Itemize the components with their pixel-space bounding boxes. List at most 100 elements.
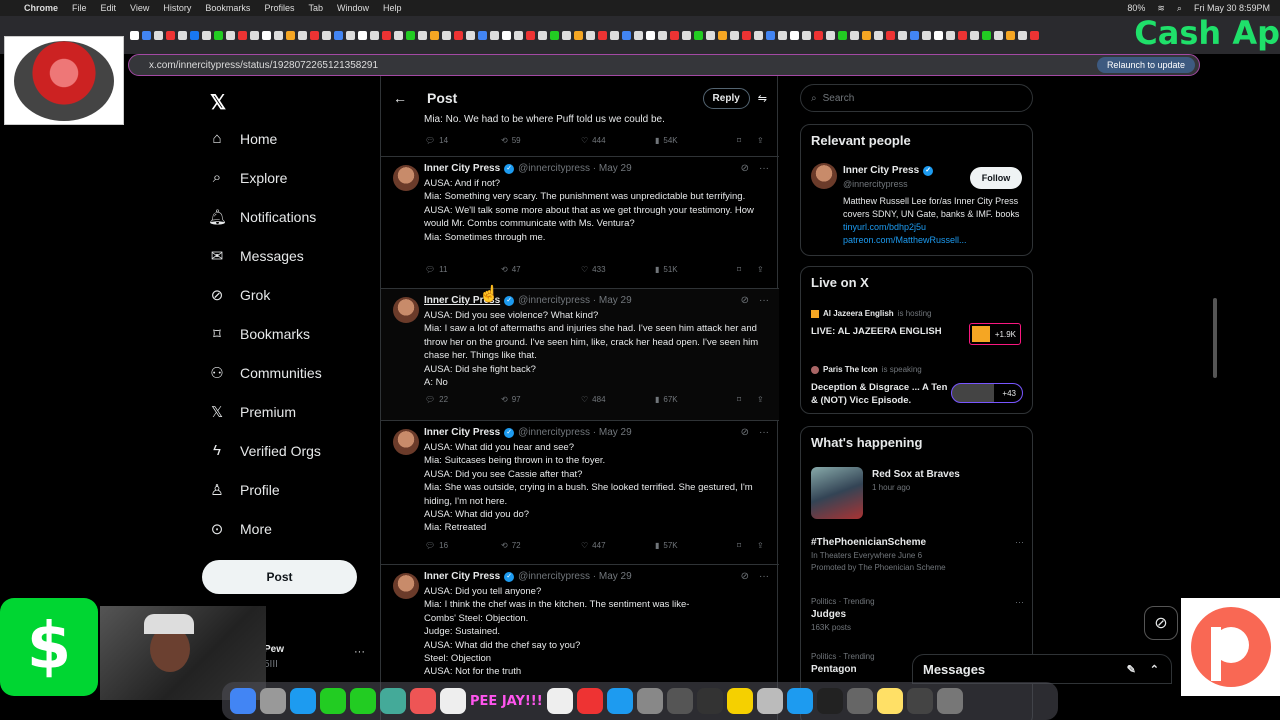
dock-app-icon[interactable] (260, 688, 286, 714)
dock-app-icon[interactable] (440, 688, 466, 714)
tab-favicon[interactable] (898, 30, 907, 40)
tab-favicon[interactable] (142, 30, 151, 40)
avatar[interactable] (393, 573, 419, 599)
dock-app-icon[interactable] (410, 688, 436, 714)
tab-favicon[interactable] (250, 30, 259, 40)
tab-favicon[interactable] (406, 30, 415, 40)
dock-app-icon[interactable] (350, 688, 376, 714)
tab-favicon[interactable] (814, 30, 823, 40)
tab-favicon[interactable] (706, 30, 715, 40)
more-icon[interactable]: ··· (759, 571, 769, 582)
avatar[interactable] (811, 163, 837, 189)
grok-icon[interactable]: ⊘ (741, 571, 749, 582)
author-handle[interactable]: @innercitypress · May 29 (518, 427, 632, 438)
author-name[interactable]: Inner City Press (424, 571, 500, 582)
tab-favicon[interactable] (418, 30, 427, 40)
dock-app-icon[interactable] (606, 688, 633, 714)
relaunch-button[interactable]: Relaunch to update (1096, 57, 1195, 73)
nav-communities[interactable]: ⚇ Communities (208, 364, 321, 382)
nav-bookmarks[interactable]: ⌑ Bookmarks (208, 325, 310, 343)
tab-favicon[interactable] (922, 30, 931, 40)
trash-icon[interactable] (936, 688, 963, 714)
tab-favicon[interactable] (214, 30, 223, 40)
tab-favicon[interactable] (430, 30, 439, 40)
dock-app-icon[interactable] (786, 688, 813, 714)
post-button[interactable]: Post (202, 560, 357, 594)
dock-app-icon[interactable] (320, 688, 346, 714)
avatar[interactable] (393, 429, 419, 455)
search-input[interactable]: ⌕ Search (800, 84, 1033, 112)
nav-home[interactable]: ⌂ Home (208, 130, 277, 147)
tab-favicon[interactable] (454, 30, 463, 40)
tab-favicon[interactable] (466, 30, 475, 40)
tab-favicon[interactable] (538, 30, 547, 40)
tab-favicon[interactable] (130, 30, 139, 40)
bio-link[interactable]: tinyurl.com/bdhp2j5u (843, 222, 926, 232)
share-icon[interactable]: ⇪ (757, 395, 767, 404)
tab-favicon[interactable] (862, 30, 871, 40)
tab-favicon[interactable] (730, 30, 739, 40)
dock-app-icon[interactable] (576, 688, 603, 714)
tab-favicon[interactable] (718, 30, 727, 40)
tab-favicon[interactable] (394, 30, 403, 40)
tab-favicon[interactable] (574, 30, 583, 40)
tab-favicon[interactable] (178, 30, 187, 40)
tab-favicon[interactable] (442, 30, 451, 40)
tab-favicon[interactable] (1030, 30, 1039, 40)
tab-favicon[interactable] (286, 30, 295, 40)
repost-action[interactable]: ⟲ 97 (501, 395, 581, 404)
grok-icon[interactable]: ⊘ (741, 295, 749, 306)
tab-favicon[interactable] (646, 30, 655, 40)
tab-favicon[interactable] (826, 30, 835, 40)
author-name[interactable]: Inner City Press (424, 427, 500, 438)
new-message-icon[interactable]: ✎ (1127, 663, 1136, 676)
tab-favicon[interactable] (958, 30, 967, 40)
dock-app-icon[interactable] (846, 688, 873, 714)
more-icon[interactable]: ··· (759, 295, 769, 306)
menu-tab[interactable]: Tab (308, 3, 323, 13)
tab-favicon[interactable] (634, 30, 643, 40)
dock-app-icon[interactable] (906, 688, 933, 714)
trend-image[interactable] (811, 467, 863, 519)
author-name[interactable]: Inner City Press (424, 163, 500, 174)
tab-favicon[interactable] (754, 30, 763, 40)
reply-action[interactable]: 💬︎ 11 (425, 265, 501, 274)
menu-view[interactable]: View (130, 3, 149, 13)
menu-bookmarks[interactable]: Bookmarks (205, 3, 250, 13)
tab-favicon[interactable] (910, 30, 919, 40)
author-handle[interactable]: @innercitypress · May 29 (518, 163, 632, 174)
tab-favicon[interactable] (382, 30, 391, 40)
author-handle[interactable]: @innercitypress · May 29 (518, 571, 632, 582)
trend-item[interactable]: #ThePhoenicianScheme In Theaters Everywh… (811, 537, 1024, 572)
tab-favicon[interactable] (550, 30, 559, 40)
more-icon[interactable]: ··· (759, 163, 769, 174)
tab-favicon[interactable] (970, 30, 979, 40)
tab-favicon[interactable] (874, 30, 883, 40)
dock-app-icon[interactable] (636, 688, 663, 714)
tab-favicon[interactable] (610, 30, 619, 40)
dock-app-icon[interactable] (876, 688, 903, 714)
like-action[interactable]: ♡ 444 (581, 136, 655, 145)
live-host-row[interactable]: Al Jazeera English is hosting (811, 309, 932, 318)
tab-favicon[interactable] (514, 30, 523, 40)
menu-help[interactable]: Help (383, 3, 402, 13)
live-listeners-badge[interactable]: +43 (951, 383, 1023, 403)
author-handle[interactable]: @innercitypress · May 29 (518, 295, 632, 306)
tab-favicon[interactable] (370, 30, 379, 40)
tab-favicon[interactable] (310, 30, 319, 40)
tab-favicon[interactable] (166, 30, 175, 40)
tab-favicon[interactable] (694, 30, 703, 40)
live-title[interactable]: LIVE: AL JAZEERA ENGLISH (811, 325, 951, 338)
dock-app-icon[interactable] (546, 688, 573, 714)
bookmark-action-icon[interactable]: ⌑ (737, 136, 757, 145)
tab-favicon[interactable] (226, 30, 235, 40)
tab-favicon[interactable] (790, 30, 799, 40)
tab-favicon[interactable] (478, 30, 487, 40)
nav-notifications[interactable]: 🔔︎ Notifications (208, 208, 316, 226)
menubar-search-icon[interactable]: ⌕ (1177, 3, 1182, 14)
views-action[interactable]: ▮ 67K (655, 395, 737, 404)
dock-app-icon[interactable] (816, 688, 843, 714)
bookmark-action-icon[interactable]: ⌑ (737, 395, 757, 404)
more-icon[interactable]: ··· (1015, 537, 1024, 547)
share-icon[interactable]: ⇪ (757, 265, 767, 274)
